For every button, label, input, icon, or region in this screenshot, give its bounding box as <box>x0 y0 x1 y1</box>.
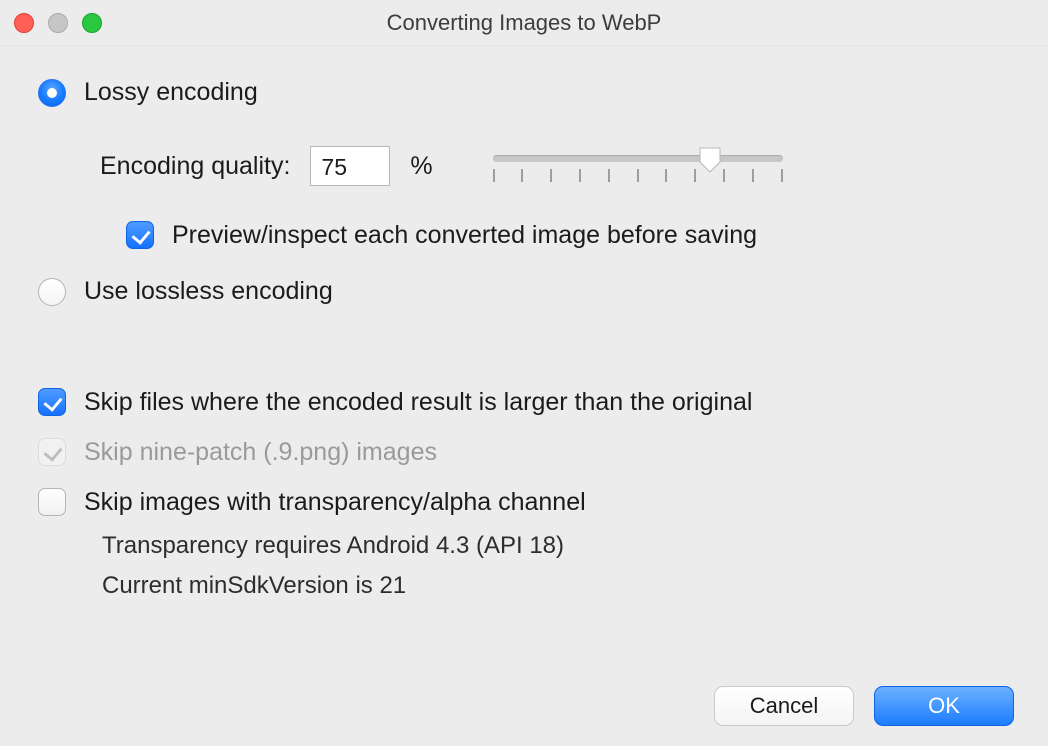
minimize-icon <box>48 13 68 33</box>
preview-row[interactable]: Preview/inspect each converted image bef… <box>126 219 1010 251</box>
quality-label: Encoding quality: <box>100 152 290 181</box>
checkbox-skip-larger[interactable] <box>38 388 66 416</box>
helper-line-1: Transparency requires Android 4.3 (API 1… <box>102 526 1010 566</box>
quality-row: Encoding quality: 75 % <box>100 143 1010 189</box>
dialog-footer: Cancel OK <box>714 686 1014 726</box>
window-controls <box>14 0 102 46</box>
slider-track <box>493 155 783 162</box>
options-block: Skip files where the encoded result is l… <box>38 386 1010 606</box>
radio-lossless-label: Use lossless encoding <box>84 277 333 306</box>
encoding-lossless-row[interactable]: Use lossless encoding <box>38 277 1010 306</box>
checkbox-skip-ninepatch <box>38 438 66 466</box>
skip-ninepatch-row: Skip nine-patch (.9.png) images <box>38 436 1010 468</box>
encoding-lossy-row[interactable]: Lossy encoding <box>38 78 1010 107</box>
close-icon[interactable] <box>14 13 34 33</box>
quality-unit: % <box>410 152 432 181</box>
checkbox-skip-alpha[interactable] <box>38 488 66 516</box>
helper-line-2: Current minSdkVersion is 21 <box>102 566 1010 606</box>
zoom-icon[interactable] <box>82 13 102 33</box>
quality-slider[interactable] <box>493 143 783 189</box>
radio-lossy[interactable] <box>38 79 66 107</box>
slider-ticks <box>493 169 783 185</box>
checkbox-skip-larger-label: Skip files where the encoded result is l… <box>84 386 752 418</box>
cancel-button[interactable]: Cancel <box>714 686 854 726</box>
checkbox-skip-ninepatch-label: Skip nine-patch (.9.png) images <box>84 436 437 468</box>
skip-alpha-row[interactable]: Skip images with transparency/alpha chan… <box>38 486 1010 518</box>
quality-input[interactable]: 75 <box>310 146 390 186</box>
radio-lossy-label: Lossy encoding <box>84 78 258 107</box>
skip-larger-row[interactable]: Skip files where the encoded result is l… <box>38 386 1010 418</box>
ok-button[interactable]: OK <box>874 686 1014 726</box>
titlebar: Converting Images to WebP <box>0 0 1048 46</box>
checkbox-preview[interactable] <box>126 221 154 249</box>
dialog-content: Lossy encoding Encoding quality: 75 % Pr… <box>38 70 1010 606</box>
checkbox-preview-label: Preview/inspect each converted image bef… <box>172 219 757 251</box>
radio-lossless[interactable] <box>38 278 66 306</box>
checkbox-skip-alpha-label: Skip images with transparency/alpha chan… <box>84 486 586 518</box>
window-title: Converting Images to WebP <box>0 0 1048 46</box>
